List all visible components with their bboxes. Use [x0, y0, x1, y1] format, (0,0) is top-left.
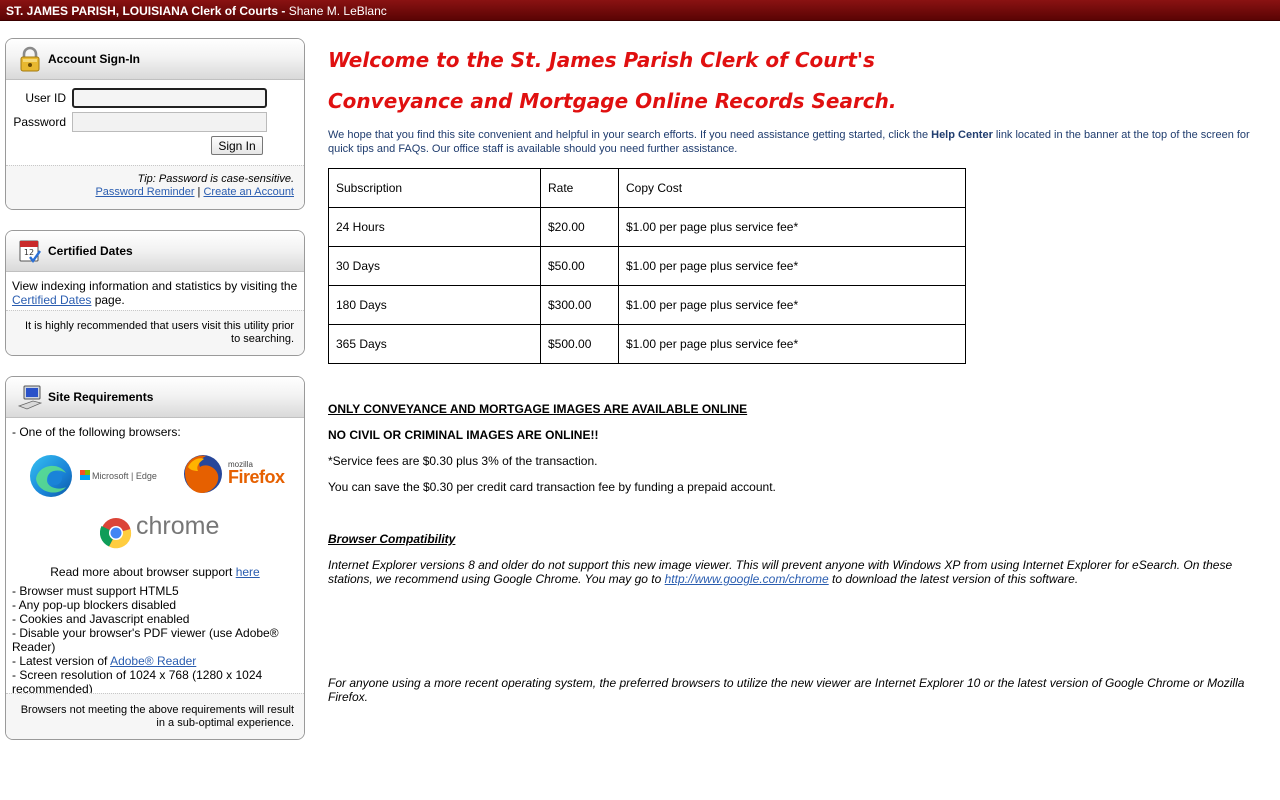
- cell-copy-cost: $1.00 per page plus service fee*: [618, 207, 966, 247]
- cell-copy-cost: $1.00 per page plus service fee*: [618, 285, 966, 325]
- intro-paragraph: We hope that you find this site convenie…: [328, 129, 1250, 155]
- requirements-title: Site Requirements: [48, 390, 154, 404]
- requirement-item-adobe: - Latest version of Adobe® Reader: [12, 654, 197, 668]
- password-tip: Tip: Password is case-sensitive.: [137, 173, 294, 185]
- requirements-footer: Browsers not meeting the above requireme…: [6, 693, 304, 739]
- sign-in-button[interactable]: Sign In: [211, 136, 263, 155]
- computer-icon: [17, 384, 43, 410]
- svg-text:12: 12: [24, 248, 34, 257]
- chrome-download-link[interactable]: http://www.google.com/chrome: [665, 572, 829, 586]
- cell-subscription: 180 Days: [328, 285, 541, 325]
- cell-subscription: 365 Days: [328, 324, 541, 364]
- edge-wordmark: Microsoft | Edge: [80, 469, 157, 483]
- password-label: Password: [13, 115, 66, 129]
- top-banner: ST. JAMES PARISH, LOUISIANA Clerk of Cou…: [0, 0, 1280, 21]
- table-row: 365 Days $500.00 $1.00 per page plus ser…: [328, 324, 966, 364]
- browser-support-line: Read more about browser support here: [12, 565, 298, 579]
- create-account-link[interactable]: Create an Account: [203, 186, 294, 198]
- user-id-label: User ID: [25, 91, 66, 105]
- requirement-item: - Browser must support HTML5: [12, 584, 179, 598]
- subscription-table: Subscription Rate Copy Cost 24 Hours $20…: [328, 168, 966, 364]
- header-copy-cost: Copy Cost: [618, 168, 966, 208]
- password-reminder-link[interactable]: Password Reminder: [95, 186, 194, 198]
- table-row: 24 Hours $20.00 $1.00 per page plus serv…: [328, 207, 966, 247]
- signin-panel-header: Account Sign-In: [6, 39, 304, 80]
- certified-text-after: page.: [91, 293, 125, 307]
- table-header-row: Subscription Rate Copy Cost: [328, 168, 966, 208]
- header-rate: Rate: [540, 168, 619, 208]
- browsers-intro: - One of the following browsers:: [12, 425, 181, 439]
- signin-footer: Tip: Password is case-sensitive. Passwor…: [6, 165, 304, 209]
- certified-dates-panel: 12 Certified Dates View indexing informa…: [5, 230, 305, 356]
- requirement-item: - Screen resolution of 1024 x 768 (1280 …: [12, 668, 263, 696]
- chrome-wordmark: chrome: [136, 512, 220, 540]
- welcome-heading-line2: Conveyance and Mortgage Online Records S…: [328, 89, 897, 113]
- prepaid-note: You can save the $0.30 per credit card t…: [328, 480, 776, 494]
- table-row: 30 Days $50.00 $1.00 per page plus servi…: [328, 246, 966, 286]
- chrome-logo-icon: [99, 517, 132, 552]
- service-fee-note: *Service fees are $0.30 plus 3% of the t…: [328, 454, 598, 468]
- requirements-warning: Browsers not meeting the above requireme…: [20, 704, 294, 729]
- browser-compatibility-text: Internet Explorer versions 8 and older d…: [328, 558, 1233, 586]
- cell-copy-cost: $1.00 per page plus service fee*: [618, 246, 966, 286]
- cell-rate: $20.00: [540, 207, 619, 247]
- readmore-text: Read more about browser support: [50, 565, 236, 579]
- requirements-panel-header: Site Requirements: [6, 377, 304, 418]
- edge-logo-icon: [28, 453, 74, 502]
- requirements-body: - One of the following browsers: Microso…: [6, 418, 304, 696]
- certified-panel-header: 12 Certified Dates: [6, 231, 304, 272]
- adobe-reader-link[interactable]: Adobe® Reader: [110, 654, 196, 668]
- certified-recommendation: It is highly recommended that users visi…: [25, 320, 294, 345]
- certified-footer: It is highly recommended that users visi…: [6, 310, 304, 355]
- requirement-item: - Disable your browser's PDF viewer (use…: [12, 626, 279, 654]
- requirement-item: - Any pop-up blockers disabled: [12, 598, 177, 612]
- browser-logos: Microsoft | Edge mozilla Firefox chrome: [12, 439, 298, 565]
- calendar-check-icon: 12: [18, 238, 42, 264]
- main-content: Welcome to the St. James Parish Clerk of…: [328, 40, 1258, 704]
- browser-compatibility-heading: Browser Compatibility: [328, 532, 456, 546]
- images-notice: ONLY CONVEYANCE AND MORTGAGE IMAGES ARE …: [328, 402, 748, 416]
- site-title: ST. JAMES PARISH, LOUISIANA Clerk of Cou…: [6, 4, 279, 18]
- banner-separator: -: [278, 4, 289, 18]
- requirements-list: - Browser must support HTML5 - Any pop-u…: [12, 584, 298, 696]
- firefox-wordmark: mozilla Firefox: [228, 460, 285, 487]
- site-requirements-panel: Site Requirements - One of the following…: [5, 376, 305, 740]
- cell-rate: $50.00: [540, 246, 619, 286]
- signin-panel: Account Sign-In User ID Password Sign In…: [5, 38, 305, 210]
- certified-dates-link[interactable]: Certified Dates: [12, 293, 91, 307]
- cell-rate: $500.00: [540, 324, 619, 364]
- preferred-browsers-text: For anyone using a more recent operating…: [328, 676, 1245, 704]
- cell-subscription: 24 Hours: [328, 207, 541, 247]
- table-row: 180 Days $300.00 $1.00 per page plus ser…: [328, 285, 966, 325]
- user-id-input[interactable]: [72, 88, 267, 108]
- clerk-name: Shane M. LeBlanc: [288, 4, 387, 18]
- help-center-text: Help Center: [931, 129, 993, 141]
- cell-subscription: 30 Days: [328, 246, 541, 286]
- requirement-item: - Cookies and Javascript enabled: [12, 612, 190, 626]
- firefox-logo-icon: [182, 453, 224, 498]
- header-subscription: Subscription: [328, 168, 541, 208]
- certified-title: Certified Dates: [48, 244, 133, 258]
- signin-title: Account Sign-In: [48, 52, 140, 66]
- cell-copy-cost: $1.00 per page plus service fee*: [618, 324, 966, 364]
- certified-text-before: View indexing information and statistics…: [12, 279, 298, 293]
- certified-body: View indexing information and statistics…: [6, 272, 304, 311]
- cell-rate: $300.00: [540, 285, 619, 325]
- civil-notice: NO CIVIL OR CRIMINAL IMAGES ARE ONLINE!!: [328, 428, 599, 442]
- browser-support-link[interactable]: here: [236, 565, 260, 579]
- password-input[interactable]: [72, 112, 267, 132]
- padlock-icon: [18, 46, 42, 72]
- welcome-heading-line1: Welcome to the St. James Parish Clerk of…: [328, 48, 875, 72]
